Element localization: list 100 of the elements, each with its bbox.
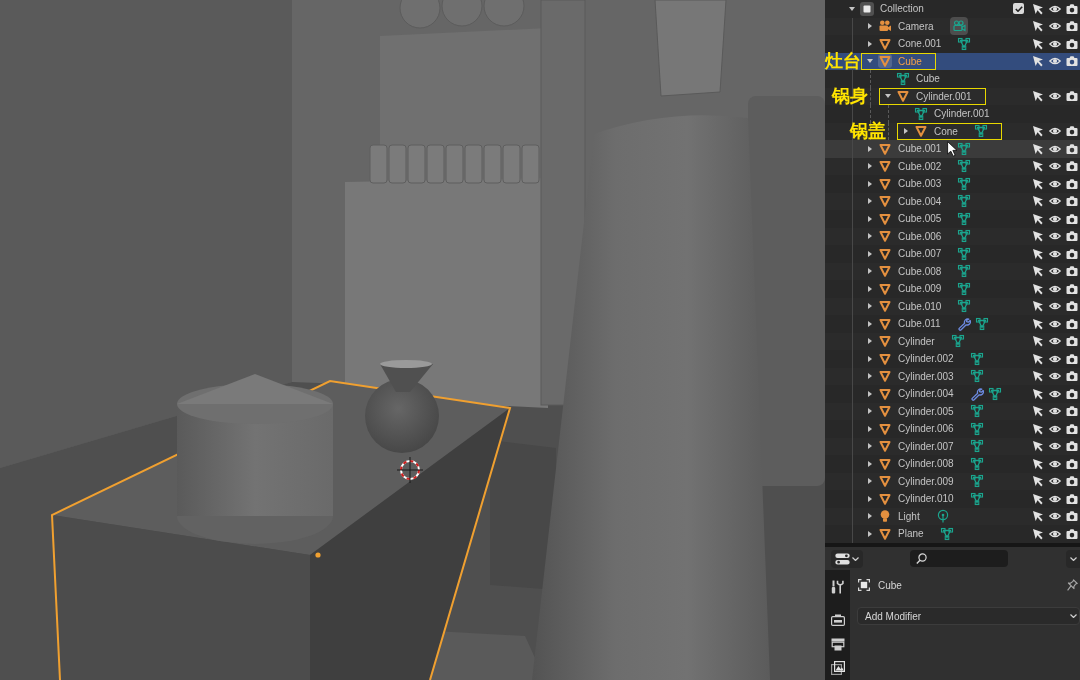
render-camera-icon[interactable]: [1066, 230, 1078, 243]
pin-icon[interactable]: [1067, 579, 1078, 591]
expand-arrow-icon[interactable]: [868, 390, 872, 397]
dropdown-button[interactable]: [1066, 549, 1080, 568]
render-camera-icon[interactable]: [1066, 177, 1078, 190]
select-arrow-icon[interactable]: [1032, 317, 1044, 330]
expand-arrow-icon[interactable]: [868, 530, 872, 537]
render-camera-icon[interactable]: [1066, 352, 1078, 365]
select-arrow-icon[interactable]: [1032, 457, 1044, 470]
expand-arrow-icon[interactable]: [868, 513, 872, 520]
expand-arrow-icon[interactable]: [849, 6, 855, 11]
render-camera-icon[interactable]: [1066, 387, 1078, 400]
select-arrow-icon[interactable]: [1032, 160, 1044, 173]
select-arrow-icon[interactable]: [1032, 37, 1044, 50]
render-camera-icon[interactable]: [1066, 212, 1078, 225]
select-arrow-icon[interactable]: [1032, 422, 1044, 435]
expand-arrow-icon[interactable]: [868, 320, 872, 327]
expand-arrow-icon[interactable]: [868, 443, 872, 450]
select-arrow-icon[interactable]: [1032, 527, 1044, 540]
render-camera-icon[interactable]: [1066, 125, 1078, 138]
select-arrow-icon[interactable]: [1032, 142, 1044, 155]
screwdriver-wrench-icon[interactable]: [831, 580, 844, 594]
render-camera-icon[interactable]: [1066, 2, 1078, 15]
render-camera-icon[interactable]: [1066, 317, 1078, 330]
expand-arrow-icon[interactable]: [868, 495, 872, 502]
outliner-row[interactable]: Cylinder.006: [825, 420, 1080, 438]
exclude-checkbox[interactable]: [1013, 3, 1024, 15]
expand-arrow-icon[interactable]: [904, 128, 908, 135]
select-arrow-icon[interactable]: [1032, 212, 1044, 225]
expand-arrow-icon[interactable]: [868, 460, 872, 467]
search-field[interactable]: [910, 550, 1008, 567]
render-camera-icon[interactable]: [1066, 37, 1078, 50]
add-modifier-dropdown[interactable]: Add Modifier: [857, 607, 1080, 625]
outliner-row[interactable]: Collection: [825, 0, 1080, 18]
select-arrow-icon[interactable]: [1032, 125, 1044, 138]
expand-arrow-icon[interactable]: [868, 338, 872, 345]
expand-arrow-icon[interactable]: [868, 425, 872, 432]
render-camera-icon[interactable]: [1066, 160, 1078, 173]
select-arrow-icon[interactable]: [1032, 90, 1044, 103]
expand-arrow-icon[interactable]: [867, 59, 873, 64]
expand-arrow-icon[interactable]: [868, 23, 872, 30]
outliner-row[interactable]: Cube.003: [825, 175, 1080, 193]
expand-arrow-icon[interactable]: [868, 250, 872, 257]
expand-arrow-icon[interactable]: [868, 355, 872, 362]
render-camera-icon[interactable]: [1066, 247, 1078, 260]
expand-arrow-icon[interactable]: [885, 94, 891, 99]
select-arrow-icon[interactable]: [1032, 335, 1044, 348]
render-camera-icon[interactable]: [1066, 510, 1078, 523]
outliner-row[interactable]: Cylinder.002: [825, 350, 1080, 368]
outliner-row[interactable]: Cube.001: [825, 140, 1080, 158]
expand-arrow-icon[interactable]: [868, 163, 872, 170]
select-arrow-icon[interactable]: [1032, 282, 1044, 295]
expand-arrow-icon[interactable]: [868, 215, 872, 222]
outliner-row[interactable]: Cube.011: [825, 315, 1080, 333]
expand-arrow-icon[interactable]: [868, 145, 872, 152]
select-arrow-icon[interactable]: [1032, 387, 1044, 400]
select-arrow-icon[interactable]: [1032, 177, 1044, 190]
select-arrow-icon[interactable]: [1032, 300, 1044, 313]
render-camera-icon[interactable]: [1066, 282, 1078, 295]
select-arrow-icon[interactable]: [1032, 475, 1044, 488]
render-camera-icon[interactable]: [1066, 300, 1078, 313]
outliner-row[interactable]: Cube.007: [825, 245, 1080, 263]
render-camera-icon[interactable]: [1066, 20, 1078, 33]
expand-arrow-icon[interactable]: [868, 40, 872, 47]
expand-arrow-icon[interactable]: [868, 373, 872, 380]
expand-arrow-icon[interactable]: [868, 478, 872, 485]
expand-arrow-icon[interactable]: [868, 233, 872, 240]
select-arrow-icon[interactable]: [1032, 440, 1044, 453]
outliner-row[interactable]: Plane: [825, 525, 1080, 543]
select-arrow-icon[interactable]: [1032, 195, 1044, 208]
render-camera-icon[interactable]: [1066, 457, 1078, 470]
render-camera-icon[interactable]: [1066, 492, 1078, 505]
render-camera-icon[interactable]: [1066, 475, 1078, 488]
expand-arrow-icon[interactable]: [868, 268, 872, 275]
render-camera-icon[interactable]: [1066, 527, 1078, 540]
select-arrow-icon[interactable]: [1032, 55, 1044, 68]
expand-arrow-icon[interactable]: [868, 408, 872, 415]
outliner-row[interactable]: Cube.009: [825, 280, 1080, 298]
select-arrow-icon[interactable]: [1032, 230, 1044, 243]
render-camera-icon[interactable]: [1066, 422, 1078, 435]
render-camera-icon[interactable]: [1066, 335, 1078, 348]
select-arrow-icon[interactable]: [1032, 370, 1044, 383]
outliner-row[interactable]: Cylinder.008: [825, 455, 1080, 473]
outliner-row[interactable]: Cone.001: [825, 35, 1080, 53]
outliner-row[interactable]: Cylinder.010: [825, 490, 1080, 508]
select-arrow-icon[interactable]: [1032, 20, 1044, 33]
select-arrow-icon[interactable]: [1032, 352, 1044, 365]
render-camera-icon[interactable]: [1066, 55, 1078, 68]
render-camera-icon[interactable]: [1066, 90, 1078, 103]
printer-icon[interactable]: [830, 637, 845, 651]
render-camera-icon[interactable]: [1066, 265, 1078, 278]
expand-arrow-icon[interactable]: [868, 285, 872, 292]
editor-type-button[interactable]: [831, 549, 863, 568]
select-arrow-icon[interactable]: [1032, 247, 1044, 260]
briefcase-icon[interactable]: [830, 614, 845, 626]
render-camera-icon[interactable]: [1066, 440, 1078, 453]
select-arrow-icon[interactable]: [1032, 265, 1044, 278]
expand-arrow-icon[interactable]: [868, 303, 872, 310]
select-arrow-icon[interactable]: [1032, 405, 1044, 418]
select-arrow-icon[interactable]: [1032, 510, 1044, 523]
